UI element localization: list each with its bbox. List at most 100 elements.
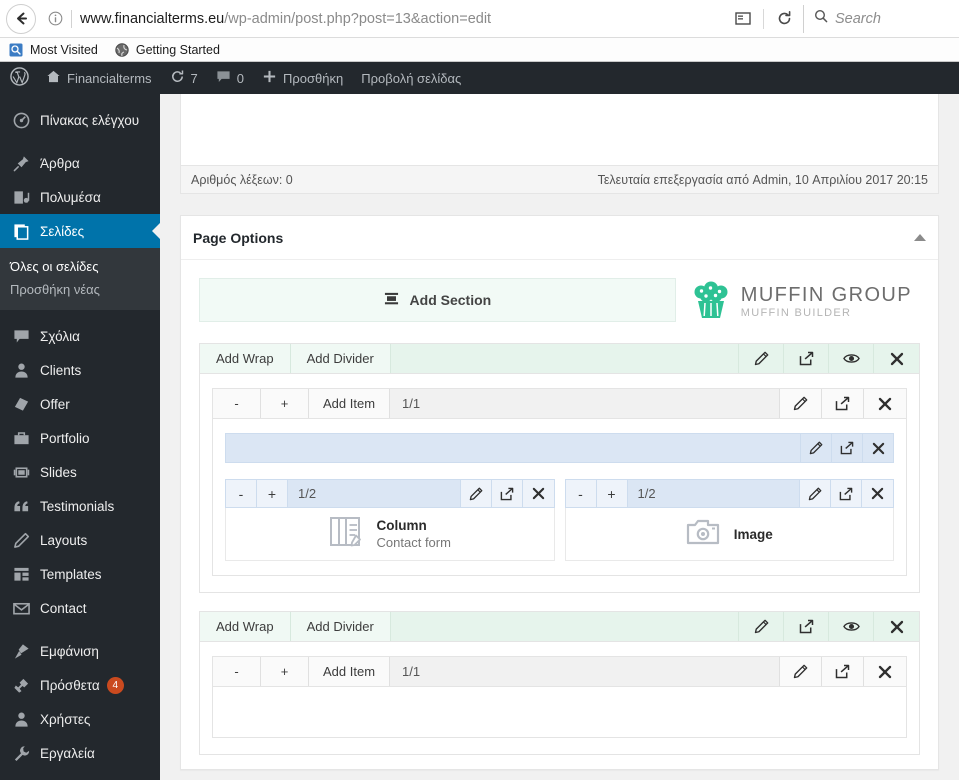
close-x-icon[interactable]	[522, 480, 554, 507]
sidebar-item-layouts[interactable]: Layouts	[0, 523, 160, 557]
page-info-icon[interactable]	[45, 9, 65, 29]
section-drag-handle[interactable]	[391, 612, 739, 641]
editor-textarea[interactable]	[181, 94, 938, 165]
browser-search-box[interactable]: Search	[803, 4, 953, 33]
reload-icon[interactable]	[769, 5, 799, 33]
sidebar-item-pages[interactable]: Σελίδες	[0, 214, 160, 248]
sidebar-label: Portfolio	[40, 430, 90, 446]
add-item-button[interactable]: Add Item	[309, 657, 391, 686]
close-x-icon[interactable]	[862, 434, 893, 462]
adminbar-site-name[interactable]: Financialterms	[37, 62, 161, 94]
sidebar-item-portfolio[interactable]: Portfolio	[0, 421, 160, 455]
bookmark-getting-started[interactable]: Getting Started	[114, 42, 220, 58]
item-drag-handle[interactable]	[226, 434, 800, 462]
eye-preview-icon[interactable]	[829, 344, 874, 373]
url-host: www.financialterms.eu	[80, 10, 225, 27]
column-item-text: Image	[734, 527, 773, 542]
bookmark-most-visited[interactable]: Most Visited	[8, 42, 98, 58]
comments-icon	[10, 328, 32, 345]
sidebar-item-testimonials[interactable]: Testimonials	[0, 489, 160, 523]
pencil-edit-icon[interactable]	[780, 657, 822, 686]
sidebar-item-posts[interactable]: Άρθρα	[0, 146, 160, 180]
wrap-size-label: 1/1	[390, 389, 780, 418]
sidebar-item-offer[interactable]: Offer	[0, 387, 160, 421]
add-section-button[interactable]: Add Section	[199, 278, 676, 322]
menu-spacer	[0, 625, 160, 634]
column-increase-button[interactable]: +	[596, 480, 628, 507]
clone-export-icon[interactable]	[831, 434, 862, 462]
back-button[interactable]	[6, 3, 36, 34]
url-bar[interactable]: www.financialterms.eu/wp-admin/post.php?…	[44, 5, 720, 33]
sidebar-item-templates[interactable]: Templates	[0, 557, 160, 591]
close-x-icon[interactable]	[874, 344, 919, 373]
pencil-edit-icon[interactable]	[739, 612, 784, 641]
wrap-increase-button[interactable]: +	[261, 389, 309, 418]
sidebar-label: Clients	[40, 362, 82, 378]
sidebar-label: Offer	[40, 396, 70, 412]
pencil-edit-icon[interactable]	[800, 480, 831, 507]
column-right-item[interactable]: Image	[564, 508, 894, 561]
sidebar-item-settings[interactable]: Ρυθμίσεις	[0, 770, 160, 780]
submenu-item-add-new[interactable]: Προσθήκη νέας	[0, 278, 160, 301]
column-increase-button[interactable]: +	[257, 480, 288, 507]
adminbar-new-content[interactable]: Προσθήκη	[253, 62, 352, 94]
sidebar-item-media[interactable]: Πολυμέσα	[0, 180, 160, 214]
sidebar-item-comments[interactable]: Σχόλια	[0, 319, 160, 353]
url-path: /wp-admin/post.php?post=13&action=edit	[224, 10, 492, 27]
clone-export-icon[interactable]	[784, 612, 829, 641]
bookmark-label: Most Visited	[30, 42, 98, 57]
close-x-icon[interactable]	[874, 612, 919, 641]
section-2-toolbar: Add Wrap Add Divider	[200, 612, 919, 642]
pencil-edit-icon[interactable]	[739, 344, 784, 373]
clone-export-icon[interactable]	[831, 480, 862, 507]
sidebar-label: Χρήστες	[40, 711, 91, 727]
sidebar-label: Πρόσθετα	[40, 677, 100, 693]
adminbar-comments[interactable]: 0	[207, 62, 253, 94]
wrap-increase-button[interactable]: +	[261, 657, 309, 686]
muffin-brand-text: MUFFIN GROUP MUFFIN BUILDER	[741, 284, 912, 320]
sidebar-item-slides[interactable]: Slides	[0, 455, 160, 489]
add-item-button[interactable]: Add Item	[309, 389, 391, 418]
sidebar-item-clients[interactable]: Clients	[0, 353, 160, 387]
sidebar-item-tools[interactable]: Εργαλεία	[0, 736, 160, 770]
pencil-edit-icon[interactable]	[460, 480, 492, 507]
close-x-icon[interactable]	[864, 657, 906, 686]
column-left-item[interactable]: Column Contact form	[225, 508, 555, 561]
user-icon	[10, 362, 32, 379]
close-x-icon[interactable]	[864, 389, 906, 418]
clone-export-icon[interactable]	[491, 480, 523, 507]
wrap-decrease-button[interactable]: -	[213, 657, 261, 686]
sidebar-item-contact[interactable]: Contact	[0, 591, 160, 625]
wp-logo-menu[interactable]	[0, 62, 37, 94]
sidebar-item-appearance[interactable]: Εμφάνιση	[0, 634, 160, 668]
pages-submenu: Όλες οι σελίδες Προσθήκη νέας	[0, 248, 160, 310]
clone-export-icon[interactable]	[822, 657, 864, 686]
sidebar-item-dashboard[interactable]: Πίνακας ελέγχου	[0, 103, 160, 137]
reader-view-icon[interactable]	[728, 5, 758, 33]
adminbar-updates[interactable]: 7	[161, 62, 207, 94]
adminbar-view-page[interactable]: Προβολή σελίδας	[352, 62, 470, 94]
eye-preview-icon[interactable]	[829, 612, 874, 641]
page-options-header[interactable]: Page Options	[181, 216, 938, 260]
add-divider-button[interactable]: Add Divider	[290, 344, 391, 373]
sidebar-label: Εργαλεία	[40, 745, 95, 761]
column-size-label: 1/2	[628, 480, 800, 507]
browser-nav-row: www.financialterms.eu/wp-admin/post.php?…	[0, 0, 959, 38]
section-drag-handle[interactable]	[391, 344, 739, 373]
close-x-icon[interactable]	[862, 480, 893, 507]
pencil-edit-icon[interactable]	[780, 389, 822, 418]
sidebar-item-users[interactable]: Χρήστες	[0, 702, 160, 736]
pencil-edit-icon[interactable]	[800, 434, 831, 462]
column-decrease-button[interactable]: -	[565, 480, 597, 507]
add-divider-button[interactable]: Add Divider	[290, 612, 391, 641]
clone-export-icon[interactable]	[784, 344, 829, 373]
clone-export-icon[interactable]	[822, 389, 864, 418]
add-wrap-button[interactable]: Add Wrap	[200, 344, 291, 373]
add-wrap-button[interactable]: Add Wrap	[200, 612, 291, 641]
wrap-decrease-button[interactable]: -	[213, 389, 261, 418]
submenu-item-all-pages[interactable]: Όλες οι σελίδες	[0, 255, 160, 278]
collapse-triangle-up-icon[interactable]	[914, 234, 926, 241]
sidebar-label: Άρθρα	[40, 155, 80, 171]
column-decrease-button[interactable]: -	[226, 480, 257, 507]
sidebar-item-plugins[interactable]: Πρόσθετα 4	[0, 668, 160, 702]
